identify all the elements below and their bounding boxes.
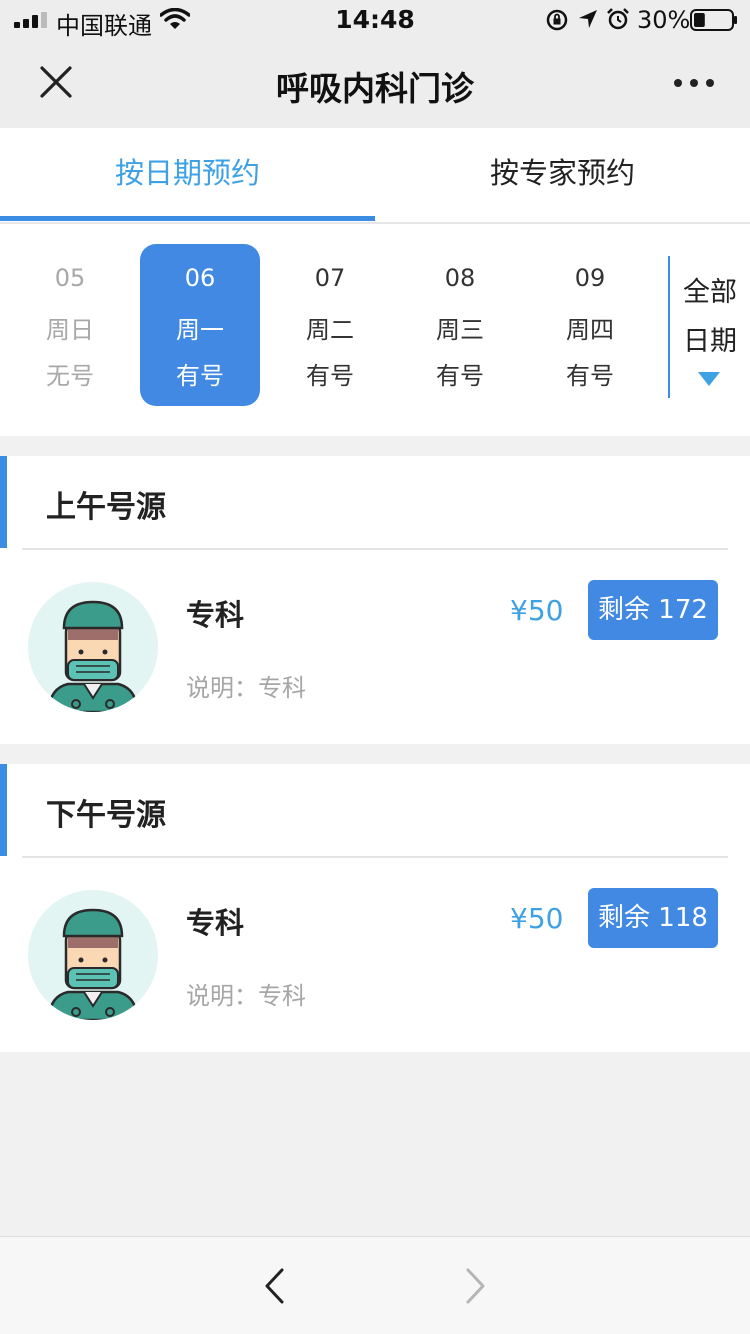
date-number: 07: [314, 264, 346, 292]
caret-down-icon: [698, 372, 720, 386]
alarm-icon: [607, 8, 629, 30]
date-weekday: 周日: [46, 316, 94, 344]
tab-bar: 按日期预约 按专家预约: [0, 128, 750, 224]
all-dates-label-2: 日期: [683, 326, 737, 357]
doctor-avatar: [28, 890, 158, 1020]
section-accent-bar: [0, 764, 7, 856]
date-item[interactable]: 09 周四 有号: [530, 244, 650, 406]
more-icon[interactable]: [672, 70, 716, 96]
forward-arrow-icon[interactable]: [464, 1267, 488, 1305]
date-item[interactable]: 05 周日 无号: [10, 244, 130, 406]
date-number: 08: [444, 264, 476, 292]
tab-active-indicator: [0, 216, 375, 221]
date-weekday: 周三: [436, 316, 484, 344]
rotation-lock-icon: [546, 9, 568, 31]
date-weekday: 周四: [566, 316, 614, 344]
date-number: 06: [184, 264, 216, 292]
date-weekday: 周一: [176, 316, 224, 344]
browser-toolbar: [0, 1236, 750, 1334]
date-item-selected[interactable]: 06 周一 有号: [140, 244, 260, 406]
date-item[interactable]: 07 周二 有号: [270, 244, 390, 406]
section-title: 上午号源: [46, 490, 166, 525]
date-item[interactable]: 08 周三 有号: [400, 244, 520, 406]
battery-percent: 30%: [637, 6, 691, 34]
date-status: 无号: [46, 362, 94, 390]
battery-icon: [690, 9, 737, 31]
morning-section: 上午号源 专科 说明：专科 ¥50 剩余 172: [0, 456, 750, 744]
all-dates-label-1: 全部: [683, 277, 737, 308]
date-status: 有号: [176, 362, 224, 390]
nav-bar: 呼吸内科门诊: [0, 40, 750, 128]
page-title: 呼吸内科门诊: [276, 69, 474, 108]
divider: [22, 548, 728, 550]
item-name: 专科: [186, 598, 245, 632]
date-status: 有号: [306, 362, 354, 390]
afternoon-section: 下午号源 专科 说明：专科 ¥50 剩余 118: [0, 764, 750, 1052]
section-title: 下午号源: [46, 798, 166, 833]
location-icon: [579, 10, 597, 28]
section-accent-bar: [0, 456, 7, 548]
all-dates-button[interactable]: 全部 日期: [668, 256, 750, 398]
remaining-button[interactable]: 剩余 118: [588, 888, 718, 948]
tab-by-date[interactable]: 按日期预约: [0, 128, 375, 222]
doctor-avatar: [28, 582, 158, 712]
date-number: 05: [54, 264, 86, 292]
item-price: ¥50: [510, 594, 564, 627]
date-status: 有号: [566, 362, 614, 390]
date-selector: 05 周日 无号 06 周一 有号 07 周二 有号 08 周三 有号 09 周…: [0, 224, 750, 436]
date-status: 有号: [436, 362, 484, 390]
tab-by-expert[interactable]: 按专家预约: [375, 128, 750, 222]
remaining-button[interactable]: 剩余 172: [588, 580, 718, 640]
item-name: 专科: [186, 906, 245, 940]
status-bar: 中国联通 14:48 30%: [0, 0, 750, 40]
item-description: 说明：专科: [186, 982, 306, 1010]
date-number: 09: [574, 264, 606, 292]
back-arrow-icon[interactable]: [262, 1267, 286, 1305]
item-price: ¥50: [510, 902, 564, 935]
date-weekday: 周二: [306, 316, 354, 344]
divider: [22, 856, 728, 858]
item-description: 说明：专科: [186, 674, 306, 702]
